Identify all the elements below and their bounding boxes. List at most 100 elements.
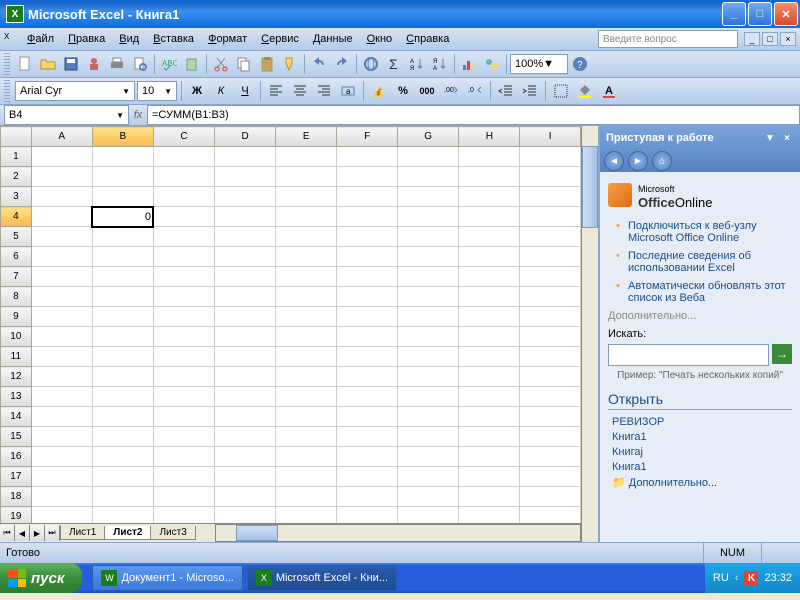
cell-F14[interactable]	[337, 407, 398, 427]
mdi-close-button[interactable]: ×	[780, 32, 796, 46]
cell-F2[interactable]	[337, 167, 398, 187]
underline-icon[interactable]: Ч	[234, 80, 256, 102]
cell-H18[interactable]	[459, 487, 520, 507]
help-search-input[interactable]: Введите вопрос	[598, 30, 738, 48]
cell-B6[interactable]	[92, 247, 153, 267]
tp-link-1[interactable]: Последние сведения об использовании Exce…	[620, 250, 792, 274]
doc-control-icon[interactable]: X	[4, 32, 18, 46]
cell-D10[interactable]	[215, 327, 276, 347]
cell-B3[interactable]	[92, 187, 153, 207]
cell-F6[interactable]	[337, 247, 398, 267]
cell-I13[interactable]	[520, 387, 581, 407]
cell-A10[interactable]	[31, 327, 92, 347]
new-doc-icon[interactable]	[14, 53, 36, 75]
cell-E7[interactable]	[276, 267, 337, 287]
cell-B1[interactable]	[92, 147, 153, 167]
cell-E14[interactable]	[276, 407, 337, 427]
tp-link-2[interactable]: Автоматически обновлять этот список из В…	[620, 280, 792, 304]
toolbar-grip[interactable]	[4, 53, 10, 75]
cell-D1[interactable]	[215, 147, 276, 167]
cell-G14[interactable]	[398, 407, 459, 427]
toolbar-grip[interactable]	[4, 80, 10, 102]
cell-I7[interactable]	[520, 267, 581, 287]
cell-G1[interactable]	[398, 147, 459, 167]
borders-icon[interactable]	[550, 80, 572, 102]
cell-A1[interactable]	[31, 147, 92, 167]
cell-B16[interactable]	[92, 447, 153, 467]
cell-A11[interactable]	[31, 347, 92, 367]
fx-icon[interactable]: fx	[129, 109, 147, 121]
menu-справка[interactable]: Справка	[399, 31, 456, 47]
cell-E2[interactable]	[276, 167, 337, 187]
cell-F18[interactable]	[337, 487, 398, 507]
cell-H3[interactable]	[459, 187, 520, 207]
font-color-icon[interactable]: A	[598, 80, 620, 102]
cell-F17[interactable]	[337, 467, 398, 487]
cell-D13[interactable]	[215, 387, 276, 407]
cell-A12[interactable]	[31, 367, 92, 387]
cell-D14[interactable]	[215, 407, 276, 427]
cell-A17[interactable]	[31, 467, 92, 487]
cell-G8[interactable]	[398, 287, 459, 307]
comma-style-icon[interactable]: 000	[416, 80, 438, 102]
window-close-button[interactable]: ✕	[774, 2, 798, 26]
cell-B9[interactable]	[92, 307, 153, 327]
cell-E18[interactable]	[276, 487, 337, 507]
cell-D7[interactable]	[215, 267, 276, 287]
cell-F10[interactable]	[337, 327, 398, 347]
drawing-icon[interactable]	[481, 53, 503, 75]
cell-I14[interactable]	[520, 407, 581, 427]
recent-file-1[interactable]: Книга1	[608, 431, 792, 443]
cell-F13[interactable]	[337, 387, 398, 407]
spelling-icon[interactable]: ABC	[158, 53, 180, 75]
cell-E3[interactable]	[276, 187, 337, 207]
cell-D5[interactable]	[215, 227, 276, 247]
cell-F1[interactable]	[337, 147, 398, 167]
cell-G13[interactable]	[398, 387, 459, 407]
cell-I12[interactable]	[520, 367, 581, 387]
undo-icon[interactable]	[308, 53, 330, 75]
cell-E13[interactable]	[276, 387, 337, 407]
decrease-decimal-icon[interactable]: ,0	[464, 80, 486, 102]
cell-A8[interactable]	[31, 287, 92, 307]
recent-file-3[interactable]: Книга1	[608, 461, 792, 473]
task-pane-search-input[interactable]	[608, 344, 769, 366]
cell-D4[interactable]	[215, 207, 276, 227]
cell-B7[interactable]	[92, 267, 153, 287]
cell-D11[interactable]	[215, 347, 276, 367]
window-maximize-button[interactable]: □	[748, 2, 772, 26]
cell-F7[interactable]	[337, 267, 398, 287]
cut-icon[interactable]	[210, 53, 232, 75]
cell-A2[interactable]	[31, 167, 92, 187]
paste-icon[interactable]	[256, 53, 278, 75]
copy-icon[interactable]	[233, 53, 255, 75]
cell-F15[interactable]	[337, 427, 398, 447]
start-button[interactable]: пуск	[0, 563, 82, 593]
cell-F16[interactable]	[337, 447, 398, 467]
italic-icon[interactable]: К	[210, 80, 232, 102]
cell-D17[interactable]	[215, 467, 276, 487]
cell-D15[interactable]	[215, 427, 276, 447]
cell-C14[interactable]	[153, 407, 214, 427]
cell-B15[interactable]	[92, 427, 153, 447]
cell-A13[interactable]	[31, 387, 92, 407]
hyperlink-icon[interactable]	[360, 53, 382, 75]
percent-icon[interactable]: %	[392, 80, 414, 102]
cell-H17[interactable]	[459, 467, 520, 487]
cell-C3[interactable]	[153, 187, 214, 207]
mdi-minimize-button[interactable]: _	[744, 32, 760, 46]
cell-E1[interactable]	[276, 147, 337, 167]
cell-C1[interactable]	[153, 147, 214, 167]
cell-C18[interactable]	[153, 487, 214, 507]
menu-правка[interactable]: Правка	[61, 31, 112, 47]
cell-G18[interactable]	[398, 487, 459, 507]
research-icon[interactable]	[181, 53, 203, 75]
cell-B13[interactable]	[92, 387, 153, 407]
cell-D6[interactable]	[215, 247, 276, 267]
cell-E19[interactable]	[276, 507, 337, 524]
tray-clock[interactable]: 23:32	[764, 572, 792, 584]
cell-A6[interactable]	[31, 247, 92, 267]
tp-forward-icon[interactable]: ►	[628, 151, 648, 171]
cell-B17[interactable]	[92, 467, 153, 487]
permission-icon[interactable]	[83, 53, 105, 75]
